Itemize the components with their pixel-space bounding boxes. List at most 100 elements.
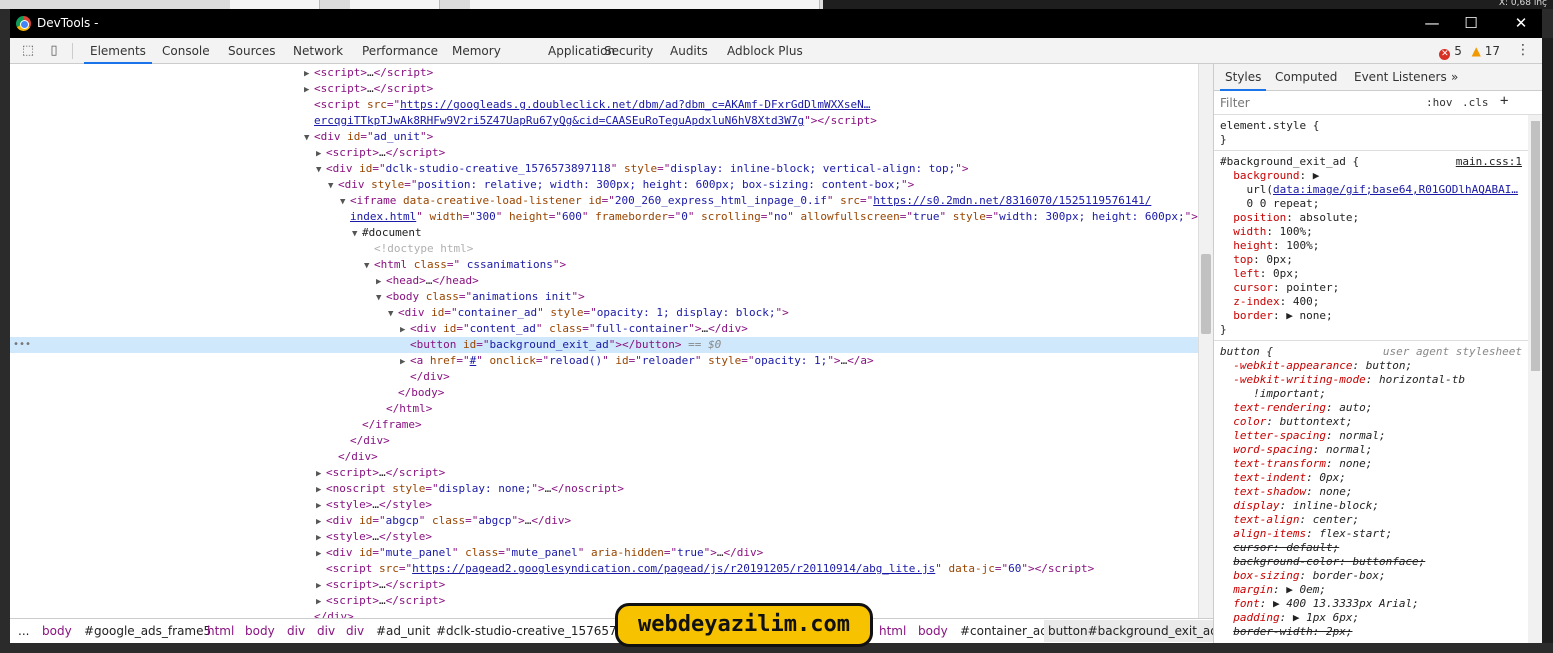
styles-filter-input[interactable] xyxy=(1220,95,1420,111)
rule-source-link[interactable]: main.css:1 xyxy=(1456,155,1522,168)
style-declaration[interactable]: cursor: pointer; xyxy=(1220,281,1522,295)
breadcrumb-item[interactable]: div xyxy=(287,624,305,638)
style-declaration[interactable]: cursor: default; xyxy=(1220,541,1522,555)
breadcrumb-item[interactable]: ... xyxy=(18,624,29,638)
dom-node[interactable]: ▼ <div id="ad_unit"> xyxy=(10,129,1198,145)
style-declaration[interactable]: position: absolute; xyxy=(1220,211,1522,225)
node-actions-icon[interactable]: ••• xyxy=(13,337,31,353)
dom-node[interactable]: ercqgiTTkpTJwAk8RHFw9V2ri5Z47UapRu67yQg&… xyxy=(10,113,1198,129)
style-declaration[interactable]: element.style { xyxy=(1220,119,1522,133)
dom-node[interactable]: ▶ <div id="abgcp" class="abgcp">…</div> xyxy=(10,513,1198,529)
sidebar-tab-event-listeners[interactable]: Event Listeners xyxy=(1349,64,1452,91)
style-declaration[interactable]: background: ▶ xyxy=(1220,169,1522,183)
close-icon[interactable]: ✕ xyxy=(1506,13,1536,33)
style-declaration[interactable]: } xyxy=(1220,323,1522,337)
device-toolbar-icon[interactable]: ▯ xyxy=(46,43,62,59)
breadcrumb-item[interactable]: html xyxy=(879,624,906,638)
style-declaration[interactable]: top: 0px; xyxy=(1220,253,1522,267)
style-declaration[interactable]: text-indent: 0px; xyxy=(1220,471,1522,485)
style-declaration[interactable]: left: 0px; xyxy=(1220,267,1522,281)
dom-node[interactable]: <script src="https://pagead2.googlesyndi… xyxy=(10,561,1198,577)
elements-scrollbar[interactable] xyxy=(1198,64,1213,618)
scrollbar-thumb[interactable] xyxy=(1201,254,1211,334)
breadcrumb-item[interactable]: body xyxy=(918,624,948,638)
dom-node[interactable]: ▶ <script>…</script> xyxy=(10,577,1198,593)
tab-elements[interactable]: Elements xyxy=(84,38,152,64)
tab-security[interactable]: Security xyxy=(598,38,659,64)
elements-tree[interactable]: ▶ <script>…</script> ▶ <script>…</script> <s… xyxy=(10,64,1198,618)
dom-node[interactable]: </div> xyxy=(10,433,1198,449)
dom-node[interactable]: </html> xyxy=(10,401,1198,417)
scrollbar-thumb[interactable] xyxy=(1531,121,1540,371)
dom-node[interactable]: ▶ <a href="#" onclick="reload()" id="relo… xyxy=(10,353,1198,369)
style-declaration[interactable]: color: buttontext; xyxy=(1220,415,1522,429)
selected-dom-node[interactable]: ••• <button id="background_exit_ad"></but… xyxy=(10,337,1198,353)
breadcrumb-item[interactable]: body xyxy=(42,624,72,638)
dom-node[interactable]: ▼ <iframe data-creative-load-listener id=… xyxy=(10,193,1198,209)
tab-memory[interactable]: Memory xyxy=(446,38,507,64)
style-declaration[interactable]: text-transform: none; xyxy=(1220,457,1522,471)
style-declaration[interactable]: background-color: buttonface; xyxy=(1220,555,1522,569)
sidebar-tab-styles[interactable]: Styles xyxy=(1220,64,1267,91)
style-declaration[interactable]: 0 0 repeat; xyxy=(1220,197,1522,211)
breadcrumb-item[interactable]: div xyxy=(317,624,335,638)
breadcrumb-item[interactable]: div xyxy=(346,624,364,638)
style-declaration[interactable]: height: 100%; xyxy=(1220,239,1522,253)
style-declaration[interactable]: font: ▶ 400 13.3333px Arial; xyxy=(1220,597,1522,611)
dom-node[interactable]: ▶ <div id="mute_panel" class="mute_panel"… xyxy=(10,545,1198,561)
dom-node[interactable]: ▶ <style>…</style> xyxy=(10,529,1198,545)
dom-node[interactable]: </div> xyxy=(10,609,1198,618)
more-options-icon[interactable]: ⋮ xyxy=(1516,42,1530,58)
minimize-icon[interactable]: — xyxy=(1417,13,1447,33)
style-declaration[interactable]: letter-spacing: normal; xyxy=(1220,429,1522,443)
breadcrumb-item[interactable]: #container_ad xyxy=(960,624,1048,638)
sidebar-tab-computed[interactable]: Computed xyxy=(1270,64,1342,91)
dom-node[interactable]: ▼ <div id="dclk-studio-creative_157657389… xyxy=(10,161,1198,177)
dom-node[interactable]: <!doctype html> xyxy=(10,241,1198,257)
dom-node[interactable]: ▼ <html class=" cssanimations"> xyxy=(10,257,1198,273)
style-declaration[interactable]: !important; xyxy=(1220,387,1522,401)
sidebar-tab-more[interactable]: » xyxy=(1446,64,1463,91)
console-counts[interactable]: ✕ 5 ▲ 17 xyxy=(1439,44,1500,60)
dom-node[interactable]: ▶ <head>…</head> xyxy=(10,273,1198,289)
maximize-icon[interactable]: ☐ xyxy=(1456,13,1486,33)
hover-state-button[interactable]: :hov xyxy=(1426,96,1453,109)
breadcrumb-item[interactable]: html xyxy=(207,624,234,638)
dom-node[interactable]: </div> xyxy=(10,369,1198,385)
style-declaration[interactable]: -webkit-writing-mode: horizontal-tb xyxy=(1220,373,1522,387)
style-declaration[interactable]: width: 100%; xyxy=(1220,225,1522,239)
style-declaration[interactable]: url(data:image/gif;base64,R01GODlhAQABAI… xyxy=(1220,183,1522,197)
dom-node[interactable]: ▼ <div id="container_ad" style="opacity: … xyxy=(10,305,1198,321)
style-declaration[interactable]: box-sizing: border-box; xyxy=(1220,569,1522,583)
style-declaration[interactable]: padding: ▶ 1px 6px; xyxy=(1220,611,1522,625)
style-declaration[interactable]: z-index: 400; xyxy=(1220,295,1522,309)
dom-node[interactable]: ▶ <noscript style="display: none;">…</nos… xyxy=(10,481,1198,497)
tab-console[interactable]: Console xyxy=(156,38,216,64)
style-declaration[interactable]: margin: ▶ 0em; xyxy=(1220,583,1522,597)
style-declaration[interactable]: text-shadow: none; xyxy=(1220,485,1522,499)
tab-adblock-plus[interactable]: Adblock Plus xyxy=(721,38,809,64)
dom-node[interactable]: ▶ <script>…</script> xyxy=(10,81,1198,97)
dom-node[interactable]: <script src="https://googleads.g.doublec… xyxy=(10,97,1198,113)
dom-node[interactable]: ▶ <script>…</script> xyxy=(10,465,1198,481)
tab-performance[interactable]: Performance xyxy=(356,38,444,64)
dom-node[interactable]: </iframe> xyxy=(10,417,1198,433)
breadcrumb-item[interactable]: #ad_unit xyxy=(376,624,430,638)
style-declaration[interactable]: border-width: 2px; xyxy=(1220,625,1522,639)
style-declaration[interactable]: word-spacing: normal; xyxy=(1220,443,1522,457)
dom-node[interactable]: ▶ <style>…</style> xyxy=(10,497,1198,513)
dom-node[interactable]: ▶ <script>…</script> xyxy=(10,145,1198,161)
styles-scrollbar[interactable] xyxy=(1528,115,1542,643)
dom-node[interactable]: index.html" width="300" height="600" fra… xyxy=(10,209,1198,225)
style-declaration[interactable]: display: inline-block; xyxy=(1220,499,1522,513)
dom-node[interactable]: ▶ <script>…</script> xyxy=(10,593,1198,609)
dom-node[interactable]: </div> xyxy=(10,449,1198,465)
breadcrumb-item[interactable]: button#background_exit_ad xyxy=(1044,620,1213,642)
breadcrumb-item[interactable]: body xyxy=(245,624,275,638)
dom-node[interactable]: ▼ <div style="position: relative; width: … xyxy=(10,177,1198,193)
class-toggle-button[interactable]: .cls xyxy=(1462,96,1489,109)
style-declaration[interactable]: border: ▶ none; xyxy=(1220,309,1522,323)
tab-sources[interactable]: Sources xyxy=(222,38,281,64)
inspect-element-icon[interactable]: ⬚ xyxy=(20,43,36,59)
dom-node[interactable]: ▼ #document xyxy=(10,225,1198,241)
